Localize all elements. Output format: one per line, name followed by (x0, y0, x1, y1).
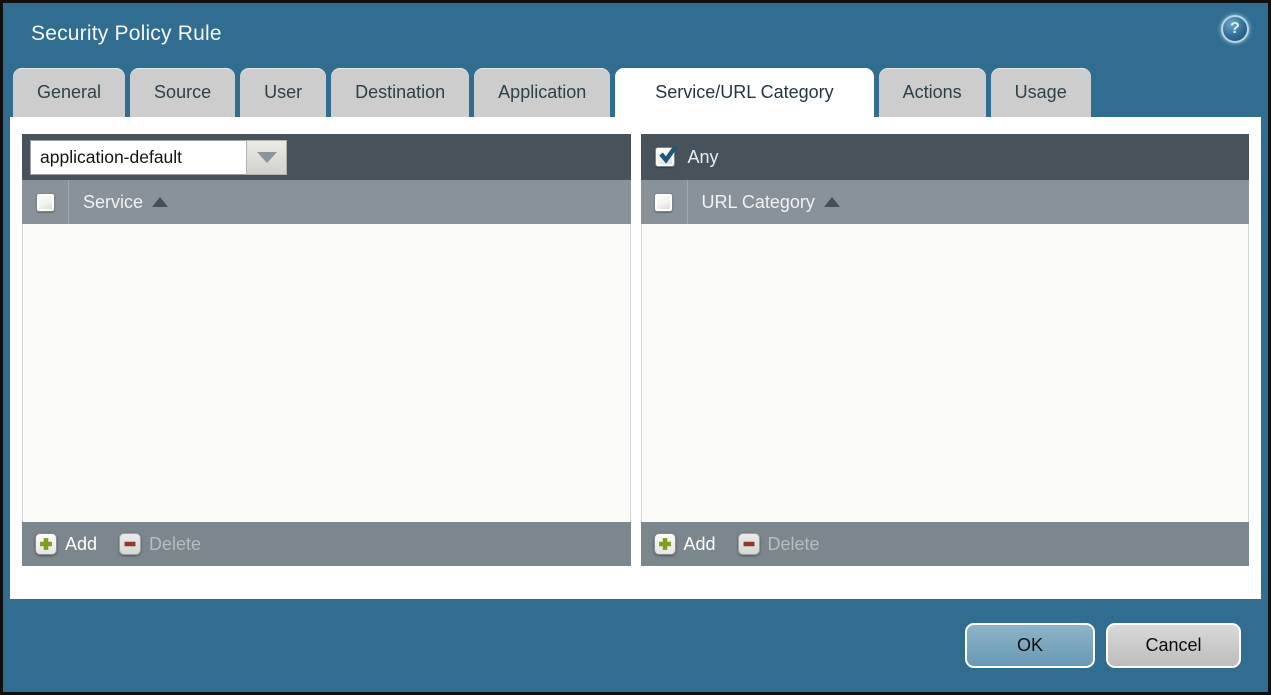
service-column-header[interactable]: Service (83, 191, 169, 213)
service-add-button[interactable]: Add (35, 533, 97, 555)
url-category-any-bar: Any (640, 134, 1249, 180)
url-category-footer: Add Delete (640, 522, 1249, 566)
ok-button[interactable]: OK (965, 623, 1095, 668)
any-checkbox[interactable] (654, 144, 678, 167)
service-panel: Service Add Delete (22, 134, 631, 566)
tab-user[interactable]: User (240, 68, 327, 117)
tab-content: Service Add Delete (10, 117, 1261, 599)
tab-usage[interactable]: Usage (990, 68, 1091, 117)
tab-source[interactable]: Source (130, 68, 236, 117)
url-category-add-button[interactable]: Add (653, 533, 716, 555)
help-icon[interactable]: ? (1221, 15, 1249, 43)
tab-application[interactable]: Application (474, 68, 611, 117)
tab-general[interactable]: General (13, 68, 126, 117)
help-glyph: ? (1230, 20, 1240, 37)
delete-minus-icon (119, 533, 142, 555)
dropdown-arrow-icon (256, 151, 277, 163)
service-table-header: Service (22, 180, 631, 224)
add-plus-icon (653, 533, 676, 555)
any-row: Any (649, 144, 719, 168)
url-category-column-header[interactable]: URL Category (702, 192, 840, 213)
url-category-delete-button[interactable]: Delete (737, 533, 820, 555)
service-type-input[interactable] (30, 139, 246, 175)
url-category-panel: Any URL Category Add Delete (640, 134, 1249, 566)
tab-actions[interactable]: Actions (878, 68, 986, 117)
add-button-label: Add (65, 533, 98, 554)
service-delete-button[interactable]: Delete (119, 533, 201, 555)
service-select-all-cell (22, 180, 69, 224)
service-type-combobox (30, 139, 287, 175)
dialog-title: Security Policy Rule (31, 22, 222, 45)
tab-destination[interactable]: Destination (331, 68, 470, 117)
delete-minus-icon (737, 533, 760, 555)
url-category-column-label: URL Category (701, 191, 815, 212)
add-plus-icon (35, 533, 57, 555)
service-footer: Add Delete (22, 522, 631, 566)
url-category-list[interactable] (640, 224, 1249, 522)
delete-button-label: Delete (149, 533, 202, 554)
any-checkbox-label: Any (687, 146, 719, 167)
security-policy-rule-dialog: Security Policy Rule ? General Source Us… (0, 0, 1271, 695)
service-list[interactable] (22, 224, 631, 522)
sort-ascending-icon (823, 197, 840, 207)
cancel-button[interactable]: Cancel (1106, 623, 1241, 668)
url-category-table-header: URL Category (640, 180, 1249, 224)
tab-bar: General Source User Destination Applicat… (3, 65, 1268, 117)
url-category-select-all-cell (641, 180, 688, 224)
add-button-label: Add (683, 533, 716, 554)
checkmark-icon (658, 144, 678, 164)
titlebar: Security Policy Rule ? (3, 3, 1268, 65)
url-category-select-all-checkbox[interactable] (654, 192, 673, 212)
service-select-all-checkbox[interactable] (35, 192, 55, 212)
dialog-button-row: OK Cancel (965, 623, 1241, 668)
sort-ascending-icon (152, 197, 169, 207)
service-type-dropdown-button[interactable] (246, 139, 287, 175)
tab-service-url-category[interactable]: Service/URL Category (615, 68, 874, 117)
service-column-label: Service (83, 191, 144, 212)
service-type-bar (22, 134, 631, 180)
delete-button-label: Delete (767, 533, 820, 554)
